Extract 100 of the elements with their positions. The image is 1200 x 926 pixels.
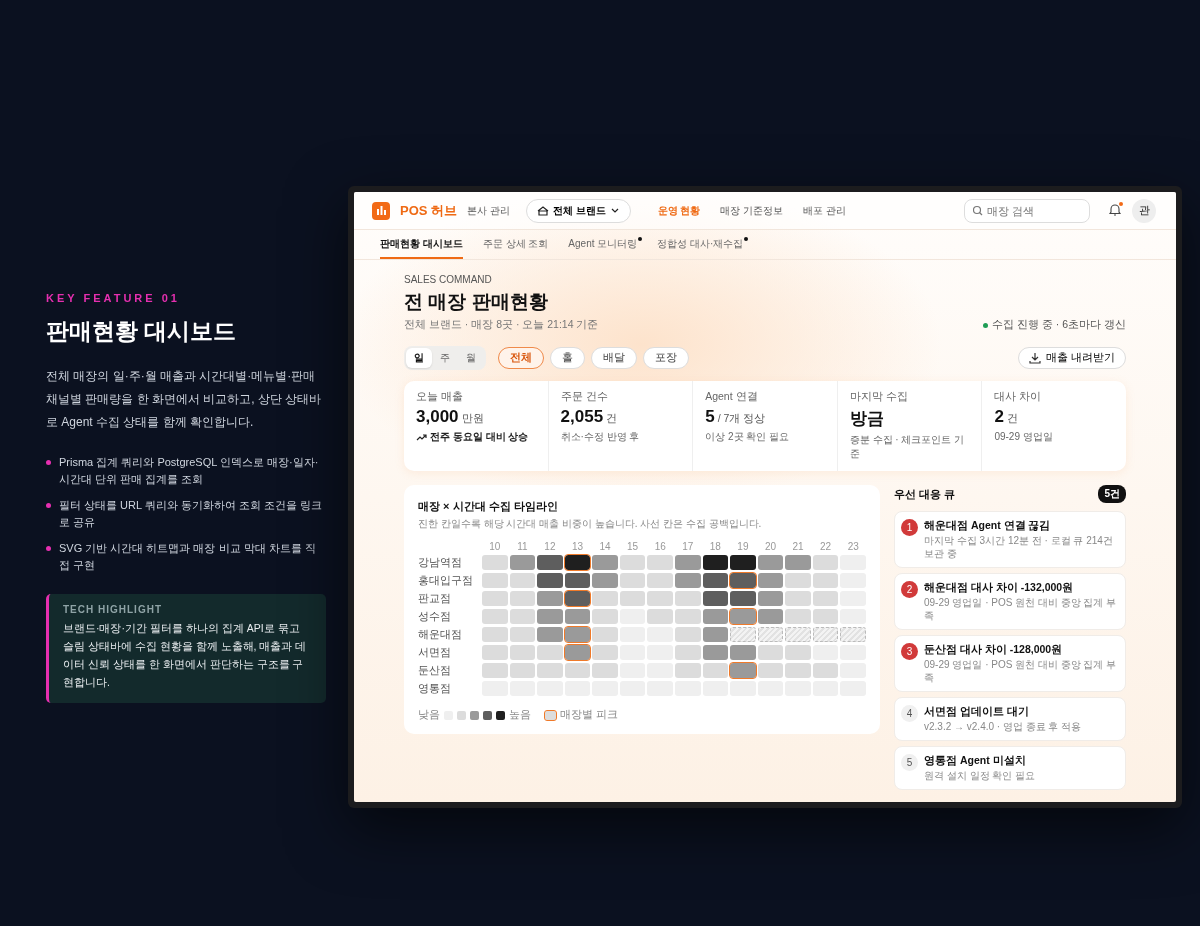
kpi-label: 주문 건수: [560, 390, 609, 404]
page-subtitle: 전체 브랜드 · 매장 8곳 · 오늘 21:14 기준: [404, 318, 599, 332]
queue-item-detail: 09-29 영업일 · POS 원천 대비 중앙 집계 부족: [924, 596, 1118, 622]
nav-link[interactable]: 배포 관리: [798, 203, 851, 218]
search-icon: [972, 204, 983, 216]
hour-label: 10: [488, 541, 502, 552]
status-text: 수집 진행 중 · 6초마다 갱신: [992, 318, 1126, 332]
tab[interactable]: Agent 모니터링: [568, 230, 638, 259]
priority-number: 3: [901, 643, 918, 660]
queue-item[interactable]: 3 둔산점 대사 차이 -128,000원 09-29 영업일 · POS 원천 대비 중앙 집계 부족: [894, 635, 1126, 692]
period-option[interactable]: 월: [458, 348, 484, 368]
count-badge: 5건: [1098, 485, 1126, 503]
queue-item-title: 해운대점 대사 차이 -132,000원: [924, 581, 1075, 595]
page-title: 전 매장 판매현황: [404, 290, 549, 314]
queue-item-detail: v2.3.2 → v2.4.0 · 영업 종료 후 적용: [924, 720, 1082, 733]
store-label: 성수점: [418, 609, 452, 624]
priority-number: 4: [901, 705, 918, 722]
feature-description: 전체 매장의 일·주·월 매출과 시간대별·메뉴별·판매채널별 판매량을 한 화면에서 비교하고, 상단 상태바로 Agent 수집 상태를 함께 확인합니다.: [46, 368, 323, 431]
legend-swatch: [496, 710, 505, 720]
hour-label: 17: [681, 541, 695, 552]
queue-item-title: 해운대점 Agent 연결 끊김: [924, 519, 1052, 533]
hour-label: 12: [543, 541, 557, 552]
highlight-title: TECH HIGHLIGHT: [63, 604, 163, 615]
tab[interactable]: 판매현황 대시보드: [380, 230, 463, 259]
download-icon: [1029, 352, 1042, 364]
queue-item-title: 둔산점 대사 차이 -128,000원: [924, 643, 1064, 657]
queue-item-detail: 마지막 수집 3시간 12분 전 · 로컬 큐 214건 보관 중: [924, 534, 1114, 560]
queue-item[interactable]: 4 서면점 업데이트 대기 v2.3.2 → v2.4.0 · 영업 종료 후 적용: [894, 697, 1126, 741]
legend-swatch: [457, 710, 466, 720]
bullet-dot: [46, 460, 51, 465]
store-label: 강남역점: [418, 555, 463, 570]
tab[interactable]: 정합성 대사·재수집: [657, 230, 744, 259]
download-button[interactable]: 매출 내려받기: [1018, 347, 1126, 369]
kpi-note: 전주 동요일 대비 상승: [430, 430, 529, 444]
kpi-value: 3,000: [416, 407, 459, 427]
brand-select[interactable]: 전체 브랜드: [525, 198, 631, 223]
legend-swatch: [483, 710, 492, 720]
tab[interactable]: 주문 상세 조회: [482, 230, 549, 259]
app-subtitle: 본사 관리: [467, 203, 510, 218]
legend-label: 높음: [509, 708, 531, 722]
hour-label: 14: [598, 541, 612, 552]
queue-item-detail: 09-29 영업일 · POS 원천 대비 중앙 집계 부족: [924, 658, 1118, 684]
store-icon: [536, 204, 549, 217]
kpi-value: 2,055: [560, 407, 604, 427]
channel-chip[interactable]: 배달: [591, 347, 637, 369]
queue-item-title: 영통점 Agent 미설치: [924, 754, 1027, 768]
legend-label: 매장별 피크: [560, 708, 618, 722]
priority-number: 1: [901, 519, 918, 536]
priority-number: 2: [901, 581, 918, 598]
bar-chart-icon: [374, 204, 388, 217]
kpi-value: 2: [994, 407, 1004, 427]
store-label: 판교점: [418, 591, 452, 606]
legend-swatch: [470, 710, 479, 720]
queue-item[interactable]: 1 해운대점 Agent 연결 끊김 마지막 수집 3시간 12분 전 · 로컬 큐 214건 보관 중: [894, 511, 1126, 568]
heatmap-title: 매장 × 시간대 수집 타임라인: [418, 499, 559, 514]
store-label: 서면점: [418, 645, 452, 660]
queue-item[interactable]: 5 영통점 Agent 미설치 원격 설치 일정 확인 필요: [894, 746, 1126, 790]
kpi-label: 마지막 수집: [849, 390, 909, 404]
store-label: 해운대점: [418, 627, 463, 642]
kpi-note: 증분 수집 · 체크포인트 기준: [849, 433, 966, 461]
period-option[interactable]: 주: [432, 348, 458, 368]
channel-chip[interactable]: 홀: [550, 347, 585, 369]
hour-label: 19: [736, 541, 750, 552]
kpi-note: 취소·수정 반영 후: [560, 430, 640, 444]
highlight-text: 브랜드·매장·기간 필터를 하나의 집계 API로 묶고 슬림 상태바에 수집 현황을 함께 노출해, 매출과 데이터 신뢰 상태를 한 화면에서 판단하는 구조를 구현합니다.: [63, 621, 308, 690]
bullet-dot: [46, 503, 51, 508]
app-logo: POS 허브: [400, 201, 458, 220]
queue-title: 우선 대응 큐: [894, 486, 956, 502]
kpi-label: 대사 차이: [994, 390, 1043, 404]
chevron-down-icon: [609, 206, 620, 215]
channel-chip[interactable]: 포장: [643, 347, 689, 369]
queue-item-title: 서면점 업데이트 대기: [924, 705, 1030, 719]
period-option[interactable]: 일: [406, 348, 432, 368]
legend-swatch: [545, 710, 556, 720]
kpi-unit: 만원: [461, 412, 484, 426]
user-avatar[interactable]: 관: [1132, 198, 1156, 223]
nav-link[interactable]: 매장 기준정보: [715, 203, 789, 218]
channel-chip[interactable]: 전체: [498, 347, 544, 369]
kpi-label: 오늘 매출: [416, 390, 464, 404]
heatmap-subtitle: 진한 칸일수록 해당 시간대 매출 비중이 높습니다. 사선 칸은 수집 공백입니다.: [418, 517, 763, 531]
bullet-text: SVG 기반 시간대 히트맵과 매장 비교 막대 차트를 직접 구현: [59, 541, 317, 573]
hour-label: 13: [570, 541, 585, 552]
store-label: 둔산점: [418, 663, 452, 678]
kpi-unit: 건: [1006, 412, 1018, 426]
section-eyebrow: SALES COMMAND: [404, 274, 493, 285]
hour-label: 11: [516, 541, 529, 552]
kpi-note: 09-29 영업일: [994, 430, 1053, 444]
kpi-value: 방금: [849, 408, 884, 430]
kpi-unit: / 7개 정상: [717, 412, 766, 426]
hour-label: 23: [846, 541, 860, 552]
kpi-unit: 건: [606, 412, 618, 426]
hour-label: 20: [763, 541, 778, 552]
bullet-text: 필터 상태를 URL 쿼리와 동기화하여 조회 조건을 링크로 공유: [59, 498, 323, 530]
hour-label: 21: [791, 541, 805, 552]
bullet-text: Prisma 집계 쿼리와 PostgreSQL 인덱스로 매장·일자·시간대 단위 판매 집계를 조회: [59, 455, 320, 487]
store-label: 홍대입구점: [418, 573, 474, 588]
queue-item[interactable]: 2 해운대점 대사 차이 -132,000원 09-29 영업일 · POS 원천 대비 중앙 집계 부족: [894, 573, 1126, 630]
hour-label: 15: [626, 541, 640, 552]
search-field[interactable]: 매장 검색: [964, 198, 1090, 223]
bell-icon: [1108, 202, 1122, 216]
